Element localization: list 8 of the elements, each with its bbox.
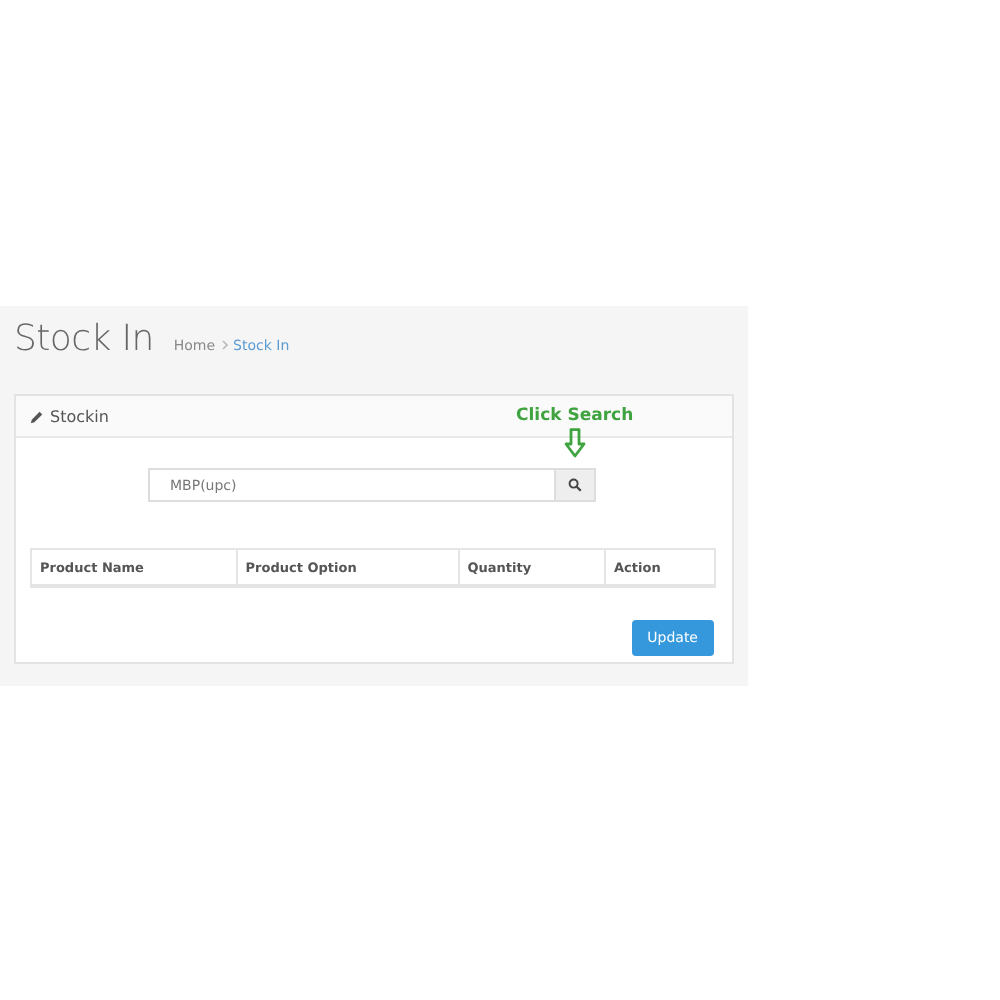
down-arrow-icon: [563, 428, 586, 458]
annotation-label: Click Search: [516, 406, 634, 426]
search-icon: [568, 478, 582, 492]
panel-title: Stockin: [50, 407, 109, 425]
pencil-icon: [30, 409, 44, 423]
search-button[interactable]: [556, 468, 596, 502]
chevron-icon: [221, 340, 228, 350]
page-title: Stock In: [14, 318, 154, 360]
